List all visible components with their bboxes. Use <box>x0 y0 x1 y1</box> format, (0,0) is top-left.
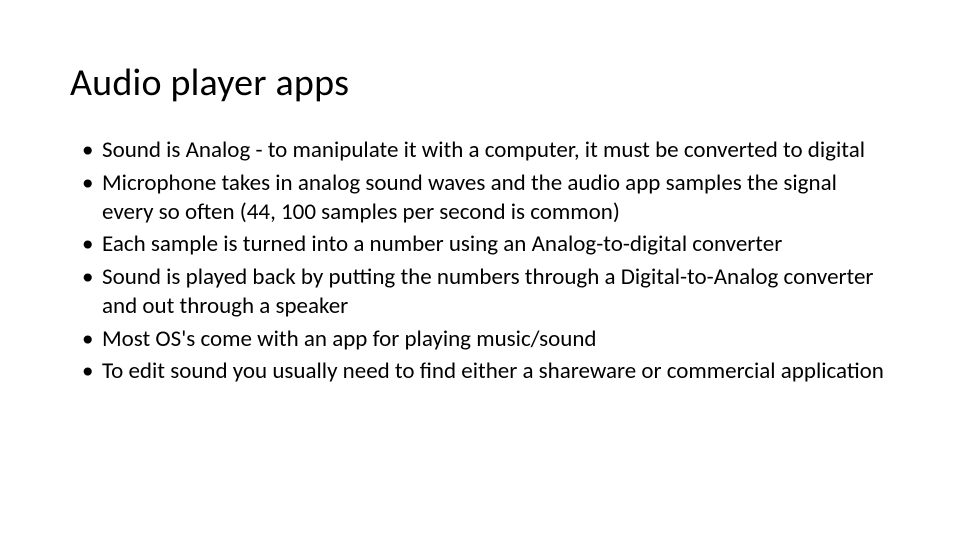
list-item: To edit sound you usually need to find e… <box>82 357 890 386</box>
list-item: Each sample is turned into a number usin… <box>82 230 890 259</box>
bullet-list: Sound is Analog - to manipulate it with … <box>70 136 890 386</box>
list-item: Most OS's come with an app for playing m… <box>82 325 890 354</box>
slide: Audio player apps Sound is Analog - to m… <box>0 0 960 540</box>
list-item: Sound is played back by putting the numb… <box>82 263 890 321</box>
list-item: Microphone takes in analog sound waves a… <box>82 169 890 227</box>
list-item: Sound is Analog - to manipulate it with … <box>82 136 890 165</box>
slide-title: Audio player apps <box>70 60 890 106</box>
